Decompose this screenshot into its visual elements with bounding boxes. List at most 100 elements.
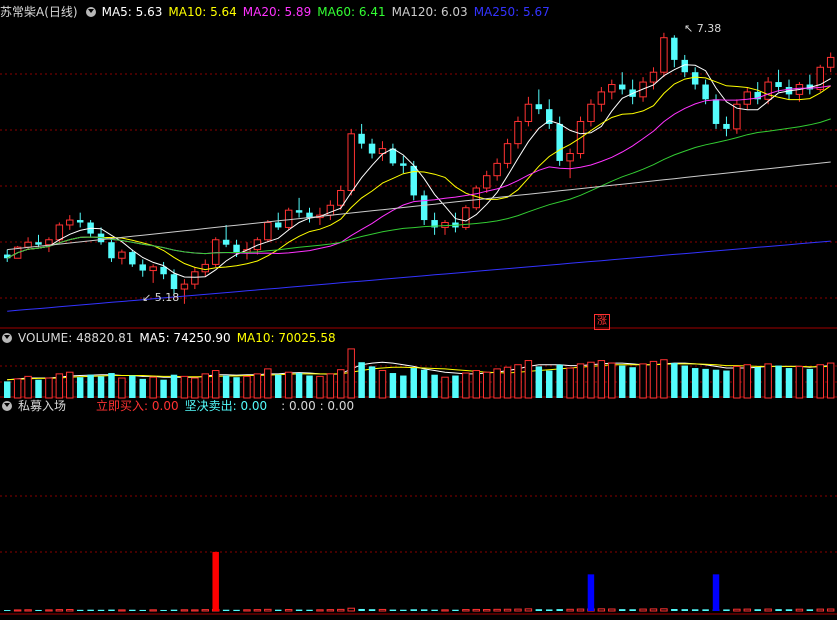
indicator-bar — [702, 609, 709, 611]
high-marker: ↖ 7.38 — [684, 22, 722, 35]
candle-body — [275, 222, 282, 228]
ma10-line — [6, 76, 831, 271]
indicator-bar — [326, 609, 335, 612]
volume-bar — [118, 377, 126, 399]
volume-bar — [795, 365, 804, 399]
volume-bar — [326, 373, 335, 399]
volume-bar — [87, 374, 94, 398]
candle-body — [389, 148, 397, 164]
indicator-bar — [806, 609, 814, 611]
indicator-bar — [618, 609, 626, 611]
volume-bar — [524, 360, 533, 399]
dropdown-icon[interactable] — [2, 401, 12, 411]
candle-body — [358, 133, 365, 144]
candle-body — [368, 143, 376, 154]
indicator-bar — [764, 608, 772, 612]
volume-bar — [306, 375, 313, 398]
indicator-bar — [368, 609, 376, 611]
stock-name[interactable]: 苏常柴A — [0, 5, 44, 19]
candle-body — [535, 104, 543, 110]
volume-bar — [712, 369, 720, 398]
high-marker-value: 7.38 — [696, 22, 722, 35]
indicator-bar — [264, 608, 272, 612]
volume-bar — [410, 368, 417, 398]
indicator-bar — [389, 609, 397, 611]
volume-bar — [400, 375, 407, 398]
indicator-bar — [118, 609, 126, 612]
ma-labels: MA5: 5.63 MA10: 5.64 MA20: 5.89 MA60: 6.41 M… — [102, 5, 556, 19]
volume-bar — [222, 375, 230, 398]
indicator-bar — [66, 609, 74, 612]
chart-canvas — [0, 32, 837, 615]
volume-bar — [743, 364, 752, 399]
indicator-name: 私募入场 — [18, 399, 67, 413]
candle-body — [108, 242, 115, 259]
volume-bar — [347, 348, 355, 399]
volume-bar — [264, 368, 272, 399]
volume-bar — [13, 378, 22, 399]
candle-body — [587, 103, 595, 122]
candle-body — [284, 209, 293, 228]
candle-body — [723, 123, 730, 129]
period-label[interactable]: (日线) — [44, 5, 77, 19]
candle-body — [660, 37, 668, 73]
volume-bar — [253, 373, 262, 399]
low-marker: ↙ 5.18 — [142, 291, 180, 304]
price-header: 苏常柴A(日线) MA5: 5.63 MA10: 5.64 MA20: 5.89 MA6… — [0, 4, 562, 20]
volume-ma5: MA5: 74250.90 — [139, 331, 231, 345]
indicator-bar — [514, 608, 522, 612]
volume-label: VOLUME: 48820.81 — [18, 331, 134, 345]
candle-body — [691, 72, 699, 85]
volume-bar — [139, 378, 146, 398]
volume-bar — [587, 361, 595, 399]
indicator-bar — [629, 609, 636, 611]
volume-bar — [514, 364, 522, 399]
candle-body — [524, 103, 533, 122]
indicator-bar — [45, 609, 53, 612]
volume-bar — [535, 366, 543, 398]
candle-body — [826, 56, 835, 68]
indicator-bar — [754, 609, 761, 611]
volume-bar — [629, 367, 636, 398]
sell-signal-bar — [587, 574, 595, 611]
dropdown-icon[interactable] — [85, 7, 96, 17]
volume-bar — [316, 375, 324, 399]
volume-bar — [275, 374, 282, 398]
candle-body — [597, 91, 606, 105]
volume-bar — [233, 377, 240, 398]
indicator-bar — [597, 608, 606, 612]
volume-bar — [660, 359, 668, 399]
candle-body — [201, 263, 210, 273]
volume-bar — [649, 360, 658, 399]
candle-body — [712, 99, 720, 124]
rise-badge[interactable]: 涨 — [594, 314, 610, 330]
indicator-bar — [608, 608, 616, 612]
indicator-bar — [76, 609, 84, 611]
ma-label: MA60: 6.41 — [317, 5, 386, 19]
candle-body — [264, 222, 272, 241]
indicator-bar — [576, 608, 585, 612]
candle-body — [170, 274, 178, 290]
volume-bar — [566, 367, 574, 399]
indicator-bar — [284, 609, 293, 612]
dropdown-icon[interactable] — [2, 333, 12, 343]
sell-label: 坚决卖出: 0.00 — [184, 399, 268, 413]
indicator-bar — [24, 609, 32, 612]
candle-body — [191, 271, 199, 285]
indicator-bar — [4, 610, 11, 611]
volume-bar — [702, 368, 709, 398]
indicator-bar — [295, 609, 303, 611]
volume-bar — [733, 365, 741, 399]
indicator-bar — [139, 609, 146, 611]
indicator-bar — [222, 609, 230, 611]
volume-bar — [639, 363, 647, 399]
candle-body — [764, 81, 772, 100]
indicator-bar — [649, 608, 658, 612]
indicator-bar — [400, 609, 407, 611]
extra-label: : 0.00 : 0.00 — [281, 399, 355, 413]
indicator-bar — [556, 609, 563, 611]
candle-body — [55, 224, 64, 241]
indicator-bar — [503, 608, 512, 612]
candle-body — [514, 120, 522, 145]
candle-body — [649, 71, 658, 83]
